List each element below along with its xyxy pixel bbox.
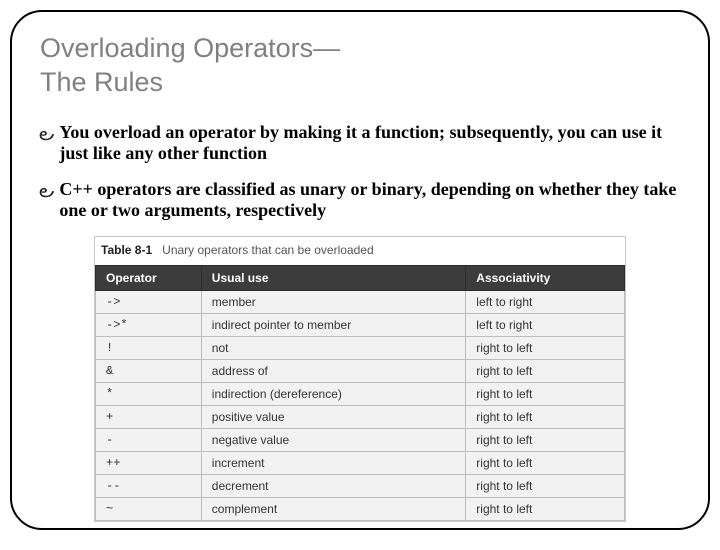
cell-usual-use: address of (201, 359, 466, 382)
cell-operator: -- (96, 474, 202, 497)
table-row: -negative valueright to left (96, 428, 625, 451)
cell-associativity: left to right (466, 290, 625, 313)
cell-associativity: right to left (466, 382, 625, 405)
col-associativity: Associativity (466, 265, 625, 290)
table-row: +positive valueright to left (96, 405, 625, 428)
table-row: &address ofright to left (96, 359, 625, 382)
bullet-list: ౿ You overload an operator by making it … (40, 122, 680, 222)
cell-operator: & (96, 359, 202, 382)
table-label: Table 8-1 (101, 243, 152, 257)
cell-operator: ! (96, 336, 202, 359)
bullet-text: C++ operators are classified as unary or… (59, 179, 680, 222)
table-caption-text: Unary operators that can be overloaded (162, 243, 373, 257)
bullet-item: ౿ C++ operators are classified as unary … (40, 179, 680, 222)
cell-usual-use: complement (201, 497, 466, 520)
cell-usual-use: negative value (201, 428, 466, 451)
table-container: Table 8-1 Unary operators that can be ov… (94, 236, 626, 522)
cell-operator: ~ (96, 497, 202, 520)
table-row: ~complementright to left (96, 497, 625, 520)
cell-operator: * (96, 382, 202, 405)
cell-operator: - (96, 428, 202, 451)
cell-operator: -> (96, 290, 202, 313)
cell-usual-use: indirection (dereference) (201, 382, 466, 405)
cell-usual-use: positive value (201, 405, 466, 428)
bullet-icon: ౿ (39, 181, 55, 206)
slide-frame: Overloading Operators— The Rules ౿ You o… (10, 10, 710, 530)
col-usual-use: Usual use (201, 265, 466, 290)
cell-associativity: right to left (466, 451, 625, 474)
cell-usual-use: indirect pointer to member (201, 313, 466, 336)
title-line-2: The Rules (40, 67, 163, 97)
cell-associativity: right to left (466, 405, 625, 428)
table-header-row: Operator Usual use Associativity (96, 265, 625, 290)
col-operator: Operator (96, 265, 202, 290)
cell-associativity: right to left (466, 336, 625, 359)
cell-associativity: right to left (466, 359, 625, 382)
table-caption: Table 8-1 Unary operators that can be ov… (95, 237, 625, 265)
cell-associativity: right to left (466, 474, 625, 497)
cell-operator: ->* (96, 313, 202, 336)
table-row: ->*indirect pointer to memberleft to rig… (96, 313, 625, 336)
cell-associativity: left to right (466, 313, 625, 336)
cell-associativity: right to left (466, 428, 625, 451)
cell-associativity: right to left (466, 497, 625, 520)
slide-title: Overloading Operators— The Rules (40, 32, 680, 100)
cell-usual-use: not (201, 336, 466, 359)
title-line-1: Overloading Operators— (40, 33, 340, 63)
cell-usual-use: decrement (201, 474, 466, 497)
bullet-item: ౿ You overload an operator by making it … (40, 122, 680, 165)
table-row: !notright to left (96, 336, 625, 359)
cell-operator: + (96, 405, 202, 428)
bullet-icon: ౿ (39, 124, 55, 149)
table-body: ->memberleft to right->*indirect pointer… (96, 290, 625, 520)
cell-usual-use: increment (201, 451, 466, 474)
table-row: ->memberleft to right (96, 290, 625, 313)
cell-usual-use: member (201, 290, 466, 313)
bullet-text: You overload an operator by making it a … (59, 122, 680, 165)
table-row: ++incrementright to left (96, 451, 625, 474)
table-row: *indirection (dereference)right to left (96, 382, 625, 405)
table-row: --decrementright to left (96, 474, 625, 497)
cell-operator: ++ (96, 451, 202, 474)
operators-table: Operator Usual use Associativity ->membe… (95, 265, 625, 521)
